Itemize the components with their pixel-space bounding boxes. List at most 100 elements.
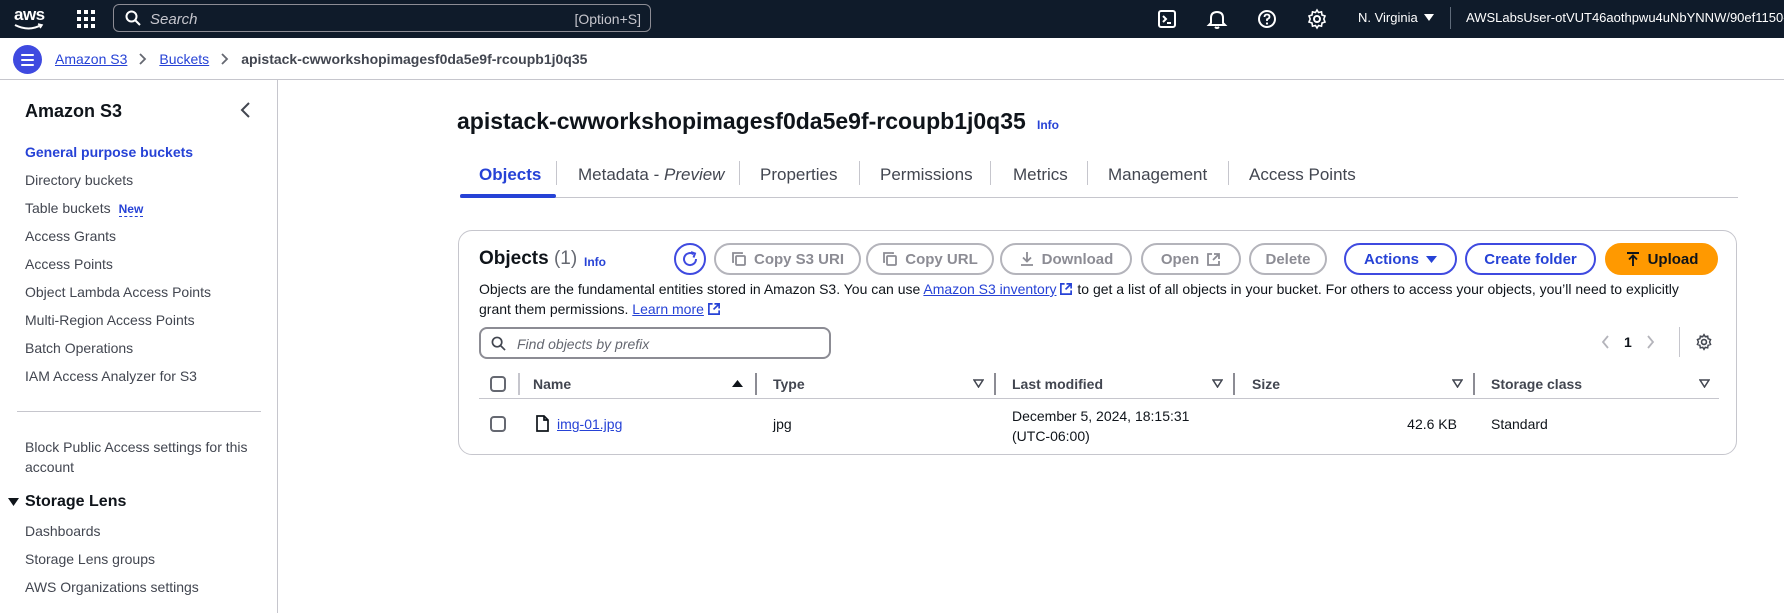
column-divider <box>1473 373 1475 395</box>
download-button[interactable]: Download <box>1000 243 1132 275</box>
tab-divider <box>1087 161 1088 185</box>
copy-url-button[interactable]: Copy URL <box>866 243 994 275</box>
help-icon[interactable] <box>1256 8 1278 30</box>
sidebar-item-storage-lens-groups[interactable]: Storage Lens groups <box>25 551 155 567</box>
sort-icon[interactable] <box>1699 379 1710 388</box>
breadcrumb-amazon-s3[interactable]: Amazon S3 <box>55 51 127 67</box>
column-header-name[interactable]: Name <box>533 376 571 392</box>
sidebar-item-iam-access-analyzer[interactable]: IAM Access Analyzer for S3 <box>25 368 197 384</box>
account-menu[interactable]: AWSLabsUser-otVUT46aothpwu4uNbYNNW/90ef1… <box>1466 10 1784 25</box>
tab-divider <box>990 161 991 185</box>
object-type-cell: jpg <box>773 416 792 432</box>
table-preferences-gear-icon[interactable] <box>1695 333 1713 351</box>
tab-divider <box>1228 161 1229 185</box>
open-button[interactable]: Open <box>1141 243 1241 275</box>
upload-icon <box>1626 252 1639 266</box>
services-grid-icon[interactable] <box>76 9 96 29</box>
column-divider <box>1233 373 1235 395</box>
objects-heading-text: Objects <box>479 248 549 269</box>
search-icon <box>491 336 506 351</box>
sidebar-item-batch-operations[interactable]: Batch Operations <box>25 340 133 356</box>
sidebar-item-aws-organizations-settings[interactable]: AWS Organizations settings <box>25 579 199 595</box>
current-page-number[interactable]: 1 <box>1624 334 1632 350</box>
sort-icon[interactable] <box>1452 379 1463 388</box>
page-title: apistack-cwworkshopimagesf0da5e9f-rcoupb… <box>457 108 1026 134</box>
bucket-tabs: Objects Metadata - Preview Properties Pe… <box>460 152 1738 198</box>
settings-gear-icon[interactable] <box>1306 8 1328 30</box>
breadcrumb: Amazon S3 Buckets apistack-cwworkshopima… <box>55 51 587 67</box>
tab-permissions[interactable]: Permissions <box>880 165 973 185</box>
description-text: grant them permissions. <box>479 301 629 317</box>
sidebar-item-object-lambda-access-points[interactable]: Object Lambda Access Points <box>25 284 211 300</box>
upload-button[interactable]: Upload <box>1605 243 1718 275</box>
tab-metadata[interactable]: Metadata - Preview <box>578 165 724 185</box>
sidebar-item-multi-region-access-points[interactable]: Multi-Region Access Points <box>25 312 195 328</box>
column-header-size[interactable]: Size <box>1252 376 1280 392</box>
column-header-type[interactable]: Type <box>773 376 805 392</box>
tab-management[interactable]: Management <box>1108 165 1207 185</box>
region-selector[interactable]: N. Virginia <box>1358 10 1434 25</box>
sidebar-item-label: account <box>25 459 75 475</box>
collapse-sidebar-icon[interactable] <box>238 101 254 119</box>
sort-ascending-icon[interactable] <box>732 379 743 388</box>
learn-more-link[interactable]: Learn more <box>632 301 704 317</box>
last-modified-timezone: (UTC-06:00) <box>1012 428 1090 444</box>
breadcrumb-buckets[interactable]: Buckets <box>159 51 209 67</box>
tab-access-points[interactable]: Access Points <box>1249 165 1356 185</box>
search-icon <box>125 10 141 26</box>
select-all-checkbox[interactable] <box>490 376 506 392</box>
row-select-checkbox[interactable] <box>490 416 506 432</box>
storage-lens-title: Storage Lens <box>25 493 127 510</box>
aws-smile-icon <box>14 23 44 30</box>
description-text: Objects are the fundamental entities sto… <box>479 281 921 297</box>
copy-s3-uri-button[interactable]: Copy S3 URI <box>714 243 861 275</box>
external-link-icon <box>707 303 720 315</box>
s3-inventory-link[interactable]: Amazon S3 inventory <box>923 281 1056 297</box>
copy-icon <box>732 252 746 266</box>
nav-divider <box>1450 7 1451 29</box>
last-modified-date: December 5, 2024, 18:15:31 <box>1012 408 1190 424</box>
sidebar-item-access-points[interactable]: Access Points <box>25 256 113 272</box>
top-navigation: aws Search [Option+S] N. Virginia AWSLab… <box>0 0 1784 38</box>
objects-count: (1) <box>553 248 578 269</box>
objects-info-link[interactable]: Info <box>584 255 606 269</box>
tab-objects[interactable]: Objects <box>479 165 541 185</box>
delete-button[interactable]: Delete <box>1249 243 1327 275</box>
breadcrumb-bar: Amazon S3 Buckets apistack-cwworkshopima… <box>0 38 1784 80</box>
objects-heading: Objects (1) <box>479 248 577 270</box>
next-page-icon[interactable] <box>1646 335 1655 349</box>
create-folder-button[interactable]: Create folder <box>1465 243 1596 275</box>
object-name-link[interactable]: img-01.jpg <box>557 416 622 432</box>
sidebar-item-directory-buckets[interactable]: Directory buckets <box>25 172 133 188</box>
sort-icon[interactable] <box>1212 379 1223 388</box>
find-objects-input[interactable]: Find objects by prefix <box>479 327 831 359</box>
sort-icon[interactable] <box>973 379 984 388</box>
caret-down-icon <box>1426 255 1437 263</box>
cloudshell-icon[interactable] <box>1156 8 1178 30</box>
storage-lens-section-toggle[interactable]: Storage Lens <box>8 493 126 511</box>
title-info-link[interactable]: Info <box>1037 118 1059 132</box>
menu-toggle-button[interactable] <box>13 45 42 74</box>
sidebar-item-access-grants[interactable]: Access Grants <box>25 228 116 244</box>
notifications-bell-icon[interactable] <box>1206 8 1228 30</box>
column-header-storage-class[interactable]: Storage class <box>1491 376 1582 392</box>
previous-page-icon[interactable] <box>1601 335 1610 349</box>
global-search-input[interactable]: Search [Option+S] <box>113 4 651 32</box>
sidebar-item-general-purpose-buckets[interactable]: General purpose buckets <box>25 144 193 160</box>
pagination: 1 <box>1601 334 1655 350</box>
find-objects-placeholder: Find objects by prefix <box>517 336 650 352</box>
sidebar-item-label: Block Public Access settings for this <box>25 439 248 455</box>
sidebar-item-block-public-access[interactable]: Block Public Access settings for this ac… <box>25 437 248 477</box>
tab-properties[interactable]: Properties <box>760 165 837 185</box>
sidebar-item-dashboards[interactable]: Dashboards <box>25 523 101 539</box>
button-label: Copy URL <box>905 250 978 268</box>
preview-label: Preview <box>664 165 725 184</box>
pager-divider <box>1679 327 1680 357</box>
tab-metrics[interactable]: Metrics <box>1013 165 1068 185</box>
column-header-last-modified[interactable]: Last modified <box>1012 376 1103 392</box>
actions-dropdown-button[interactable]: Actions <box>1344 243 1457 275</box>
sidebar-item-table-buckets[interactable]: Table buckets New <box>25 200 144 217</box>
aws-logo[interactable]: aws <box>14 6 48 32</box>
active-tab-indicator <box>460 194 556 198</box>
refresh-button[interactable] <box>674 243 706 275</box>
